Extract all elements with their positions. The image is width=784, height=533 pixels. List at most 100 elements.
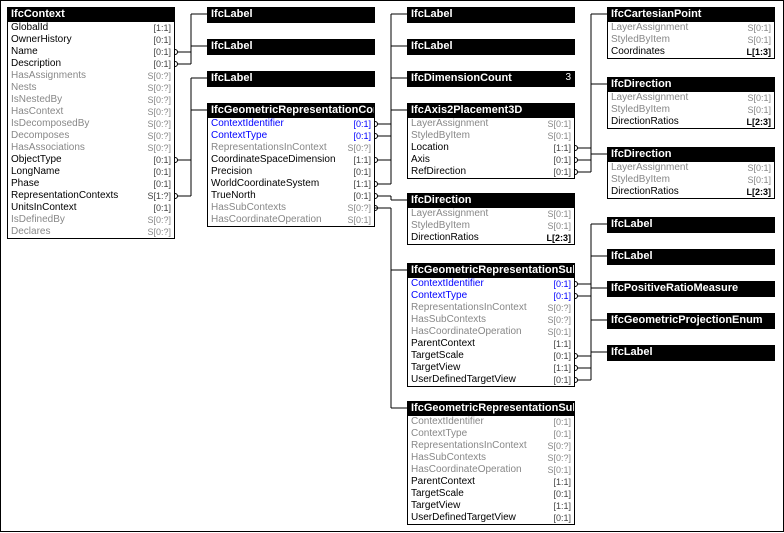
entity-DirTN: IfcDirectionLayerAssignment S[0:1]StyledB… [407,193,575,245]
attr-cardinality: S[0:?] [147,118,171,130]
attr-name: ObjectType [11,154,62,166]
attr-name: HasSubContexts [211,202,286,214]
attr-name: TargetScale [411,488,464,500]
attr-UserDefinedTargetView: UserDefinedTargetView[0:1] [408,374,574,386]
attr-name: StyledByItem [411,130,470,142]
attr-ContextIdentifier: ContextIdentifier[0:1] [408,278,574,290]
attr-cardinality: [0:1] [553,512,571,524]
entity-header: IfcGeometricRepresentationCont [208,104,374,118]
entity-header: IfcLabel [608,346,774,360]
attr-cardinality: S[0:1] [747,162,771,174]
attr-name: WorldCoordinateSystem [211,178,319,190]
entity-title: IfcGeometricRepresentationCont [211,105,374,116]
attr-cardinality: [1:1] [553,362,571,374]
attr-HasSubContexts: HasSubContextsS[0:?] [408,314,574,326]
attr-StyledByItem: StyledByItemS[0:1] [408,220,574,232]
entity-title: IfcLabel [411,41,453,52]
attr-cardinality: S[0:?] [147,214,171,226]
attr-TargetScale: TargetScale[0:1] [408,488,574,500]
attr-cardinality: S[0:1] [747,34,771,46]
attr-cardinality: [0:1] [153,46,171,58]
entity-title: IfcDirection [611,149,672,160]
entity-Ax2P3D: IfcAxis2Placement3DLayerAssignmentS[0:1]… [407,103,575,179]
attr-cardinality: S[0:1] [747,174,771,186]
attr-name: RefDirection [411,166,466,178]
entity-Lbl_CtxType: IfcLabel [407,39,575,55]
attr-OwnerHistory: OwnerHistory[0:1] [8,34,174,46]
attr-name: TargetView [411,500,460,512]
attr-cardinality: S[0:?] [147,130,171,142]
attr-cardinality: S[0:?] [347,142,371,154]
entity-Lbl_UDTV: IfcLabel [607,345,775,361]
attr-cardinality: [0:1] [153,202,171,214]
attr-RepresentationsInContext: RepresentationsInContextS[0:?] [408,302,574,314]
attr-name: LayerAssignment [411,208,488,220]
attr-TargetScale: TargetScale[0:1] [408,350,574,362]
entity-Lbl_Name: IfcLabel [207,7,375,23]
attr-name: TrueNorth [211,190,256,202]
attr-ContextType: ContextType[0:1] [408,290,574,302]
attr-HasAssociations: HasAssociationsS[0:?] [8,142,174,154]
entity-title: IfcLabel [611,347,653,358]
attr-Description: Description[0:1] [8,58,174,70]
attr-name: DirectionRatios [411,232,479,244]
entity-header: IfcLabel [608,218,774,232]
entity-header: IfcCartesianPoint [608,8,774,22]
entity-header: IfcDimensionCount3 [408,72,574,86]
attr-name: UserDefinedTargetView [411,512,516,524]
attr-name: ContextIdentifier [411,416,484,428]
attr-name: GlobalId [11,22,48,34]
entity-header: IfcContext [8,8,174,22]
attr-ObjectType: ObjectType [0:1] [8,154,174,166]
attr-Phase: Phase[0:1] [8,178,174,190]
entity-Dim: IfcDimensionCount3 [407,71,575,87]
attr-name: Coordinates [611,46,665,58]
attr-name: ContextIdentifier [211,118,284,130]
entity-header: IfcDirection [608,78,774,92]
attr-cardinality: [0:1] [553,416,571,428]
entity-IfcGRS2: IfcGeometricRepresentationSubContextIden… [407,401,575,525]
attr-name: IsDefinedBy [11,214,65,226]
entity-title: IfcAxis2Placement3D [411,105,522,116]
entity-DirAx: IfcDirectionLayerAssignmentS[0:1]StyledB… [607,77,775,129]
attr-cardinality: S[0:1] [747,104,771,116]
entity-PosRatio: IfcPositiveRatioMeasure [607,281,775,297]
attr-WorldCoordinateSystem: WorldCoordinateSystem [1:1] [208,178,374,190]
entity-header: IfcDirection [408,194,574,208]
attr-name: HasAssociations [11,142,85,154]
attr-ContextIdentifier: ContextIdentifier[0:1] [208,118,374,130]
entity-Lbl_S1CtxId: IfcLabel [607,217,775,233]
entity-title: IfcContext [11,9,65,20]
attr-cardinality: S[0:1] [547,208,571,220]
attr-cardinality: S[1:?] [147,190,171,202]
attr-TargetView: TargetView[1:1] [408,362,574,374]
attr-TrueNorth: TrueNorth[0:1] [208,190,374,202]
attr-name: Precision [211,166,252,178]
attr-name: IsDecomposedBy [11,118,89,130]
attr-UnitsInContext: UnitsInContext[0:1] [8,202,174,214]
attr-cardinality: S[0:?] [147,82,171,94]
attr-name: ContextIdentifier [411,278,484,290]
attr-cardinality: S[0:1] [747,22,771,34]
entity-Lbl_ObjType: IfcLabel [207,71,375,87]
attr-HasContext: HasContextS[0:?] [8,106,174,118]
entity-title: IfcLabel [411,9,453,20]
attr-Axis: Axis[0:1] [408,154,574,166]
entity-title: IfcPositiveRatioMeasure [611,283,738,294]
attr-cardinality: L[2:3] [547,232,572,244]
attr-StyledByItem: StyledByItemS[0:1] [408,130,574,142]
attr-cardinality: S[0:?] [147,94,171,106]
entity-header: IfcLabel [208,8,374,22]
attr-name: ContextType [411,428,467,440]
attr-cardinality: [0:1] [553,290,571,302]
entity-GeoProjEnum: IfcGeometricProjectionEnum [607,313,775,329]
attr-cardinality: [0:1] [153,154,171,166]
entity-title: IfcDirection [611,79,672,90]
attr-Coordinates: CoordinatesL[1:3] [608,46,774,58]
attr-cardinality: [1:1] [353,178,371,190]
attr-LayerAssignment: LayerAssignmentS[0:1] [608,92,774,104]
attr-name: DirectionRatios [611,116,679,128]
entity-header-value: 3 [565,73,571,84]
attr-name: OwnerHistory [11,34,72,46]
entity-header: IfcGeometricRepresentationSub [408,264,574,278]
